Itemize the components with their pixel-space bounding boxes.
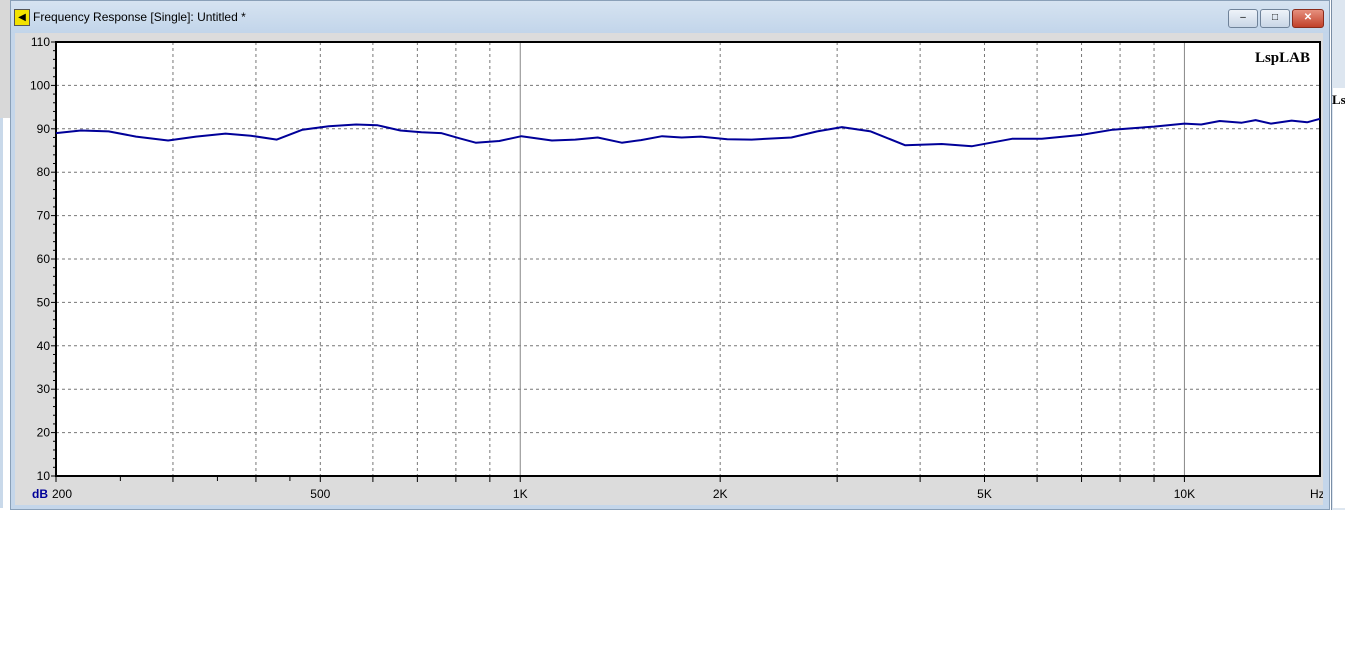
y-tick-label: 20	[37, 426, 51, 440]
frequency-response-chart[interactable]: 10 20 30 40 50 60 70 80 90 100 110 200 500 1K 2K 5K 10K H…	[15, 33, 1323, 505]
watermark-logo: LspLAB	[1255, 50, 1310, 66]
background-window	[1331, 0, 1345, 510]
y-tick-label: 90	[37, 122, 51, 136]
background-logo: Lsp	[1332, 92, 1345, 107]
frequency-response-window: ◀ Frequency Response [Single]: Untitled …	[10, 0, 1330, 510]
x-axis-unit: Hz	[1310, 487, 1323, 501]
y-tick-label: 50	[37, 295, 51, 309]
y-tick-label: 30	[37, 382, 51, 396]
background-edge	[0, 118, 3, 508]
x-tick-label: 5K	[977, 487, 992, 501]
maximize-button[interactable]: □	[1260, 9, 1290, 28]
y-axis-unit: dB	[32, 487, 48, 501]
y-tick-label: 80	[37, 165, 51, 179]
y-tick-label: 40	[37, 339, 51, 353]
close-button[interactable]: ✕	[1292, 9, 1324, 28]
minimize-button[interactable]: –	[1228, 9, 1258, 28]
y-tick-label: 100	[30, 78, 50, 92]
y-tick-label: 70	[37, 209, 51, 223]
title-bar[interactable]: ◀ Frequency Response [Single]: Untitled …	[11, 1, 1329, 33]
speaker-icon: ◀	[14, 9, 30, 26]
x-tick-label: 2K	[713, 487, 728, 501]
x-tick-label: 200	[52, 487, 72, 501]
x-tick-label: 10K	[1174, 487, 1195, 501]
y-tick-label: 10	[37, 469, 51, 483]
x-tick-label: 1K	[513, 487, 528, 501]
window-title: Frequency Response [Single]: Untitled *	[33, 10, 246, 24]
y-tick-label: 110	[31, 35, 50, 49]
chart-area: 10 20 30 40 50 60 70 80 90 100 110 200 500 1K 2K 5K 10K H…	[15, 33, 1323, 505]
y-tick-label: 60	[37, 252, 51, 266]
x-tick-label: 500	[310, 487, 330, 501]
